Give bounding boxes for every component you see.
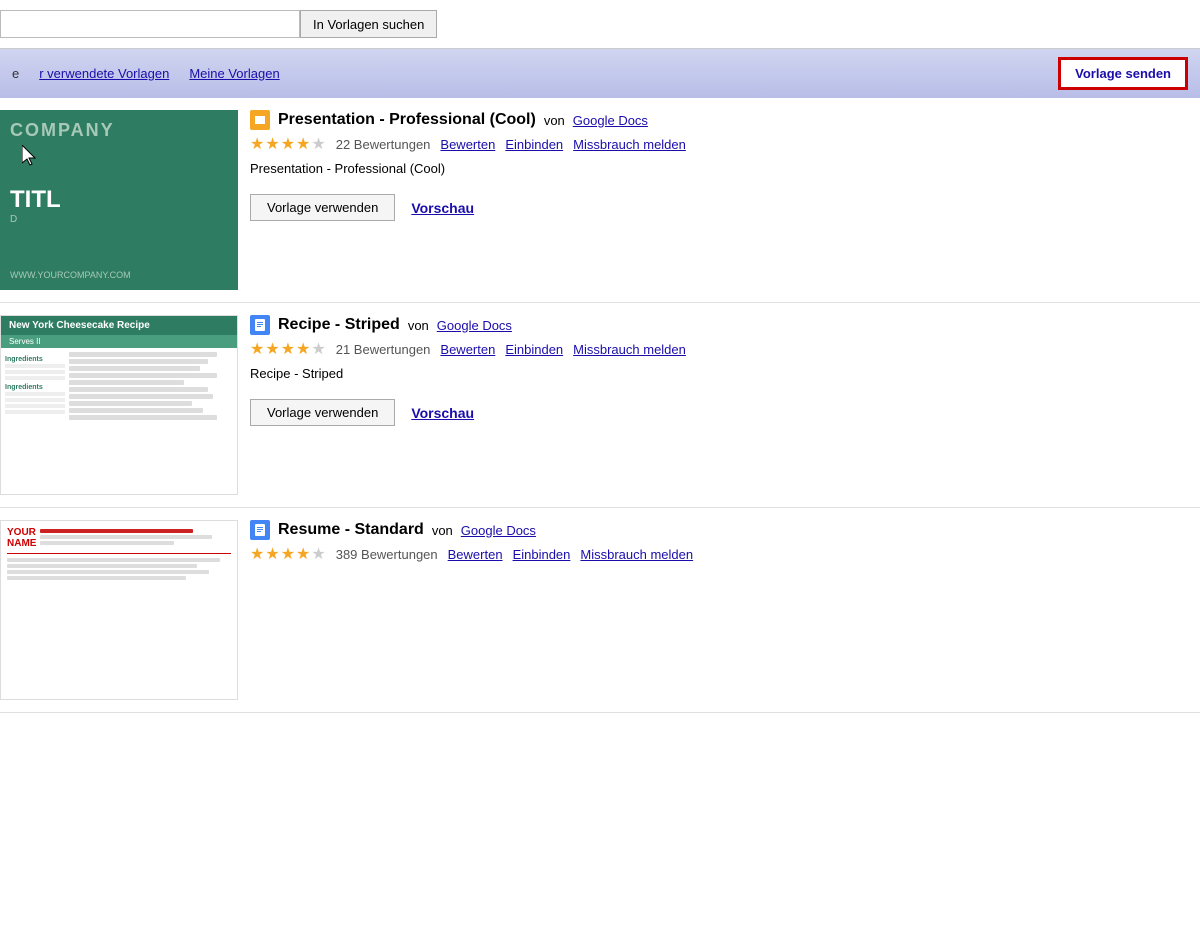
recipe-ingredients-col: Ingredients Ingredients — [5, 352, 65, 490]
search-bar-area: In Vorlagen suchen — [0, 0, 1200, 49]
action-einbinden[interactable]: Einbinden — [505, 342, 563, 357]
item-description: Presentation - Professional (Cool) — [250, 160, 1188, 178]
action-missbrauch[interactable]: Missbrauch melden — [573, 342, 686, 357]
item-title-row: Resume - Standard von Google Docs — [250, 520, 1188, 540]
header-nav-left: e r verwendete Vorlagen Meine Vorlagen — [12, 66, 280, 81]
item-ratings-row: ★ ★ ★ ★ ★ 389 Bewertungen Bewerten Einbi… — [250, 544, 1188, 564]
item-author-prefix: von — [408, 318, 429, 333]
template-item: YOURNAME — [0, 508, 1200, 713]
star-rating: ★ ★ ★ ★ ★ — [250, 544, 326, 564]
use-template-button[interactable]: Vorlage verwenden — [250, 194, 395, 221]
action-einbinden[interactable]: Einbinden — [513, 547, 571, 562]
thumb-company-text: COMPANY — [10, 120, 228, 141]
recipe-thumb-body: Ingredients Ingredients — [1, 348, 237, 494]
resume-thumb-name: YOURNAME — [7, 527, 36, 549]
header-title: e — [12, 66, 19, 81]
use-template-button[interactable]: Vorlage verwenden — [250, 399, 395, 426]
vorlage-senden-button[interactable]: Vorlage senden — [1058, 57, 1188, 90]
action-einbinden[interactable]: Einbinden — [505, 137, 563, 152]
template-thumbnail: COMPANY TITL D WWW.YOURCOMPANY.COM — [0, 110, 238, 290]
template-item: New York Cheesecake Recipe Serves II Ing… — [0, 303, 1200, 508]
item-title: Recipe - Striped — [278, 316, 400, 334]
item-title-row: Presentation - Professional (Cool) von G… — [250, 110, 1188, 130]
resume-thumbnail-visual: YOURNAME — [0, 520, 238, 700]
recipe-instructions-col — [69, 352, 233, 490]
template-thumbnail: YOURNAME — [0, 520, 238, 700]
resume-thumb-top: YOURNAME — [7, 527, 231, 549]
thumb-url-text: WWW.YOURCOMPANY.COM — [10, 270, 228, 280]
presentation-icon — [250, 110, 270, 130]
preview-button[interactable]: Vorschau — [411, 405, 474, 421]
resume-body-lines — [7, 558, 231, 582]
item-title: Presentation - Professional (Cool) — [278, 111, 536, 129]
item-buttons: Vorlage verwenden Vorschau — [250, 399, 1188, 426]
item-buttons: Vorlage verwenden Vorschau — [250, 194, 1188, 221]
rating-count: 389 Bewertungen — [336, 547, 438, 562]
item-author-prefix: von — [432, 523, 453, 538]
item-author-link[interactable]: Google Docs — [461, 523, 536, 538]
recipe-thumb-subheader: Serves II — [1, 335, 237, 348]
rating-count: 21 Bewertungen — [336, 342, 431, 357]
header-nav: e r verwendete Vorlagen Meine Vorlagen V… — [0, 49, 1200, 98]
item-title: Resume - Standard — [278, 521, 424, 539]
search-button[interactable]: In Vorlagen suchen — [300, 10, 437, 38]
template-info: Resume - Standard von Google Docs ★ ★ ★ … — [238, 520, 1200, 570]
thumb-date-text: D — [10, 214, 228, 225]
template-list: COMPANY TITL D WWW.YOURCOMPANY.COM Prese… — [0, 98, 1200, 713]
item-description: Recipe - Striped — [250, 365, 1188, 383]
presentation-thumbnail-visual: COMPANY TITL D WWW.YOURCOMPANY.COM — [0, 110, 238, 290]
star-rating: ★ ★ ★ ★ ★ — [250, 134, 326, 154]
recipe-thumb-header: New York Cheesecake Recipe — [1, 316, 237, 335]
doc-icon — [250, 520, 270, 540]
item-ratings-row: ★ ★ ★ ★ ★ 22 Bewertungen Bewerten Einbin… — [250, 134, 1188, 154]
action-missbrauch[interactable]: Missbrauch melden — [573, 137, 686, 152]
action-bewerten[interactable]: Bewerten — [440, 137, 495, 152]
recipe-thumbnail-visual: New York Cheesecake Recipe Serves II Ing… — [0, 315, 238, 495]
item-title-row: Recipe - Striped von Google Docs — [250, 315, 1188, 335]
thumb-title-text: TITL — [10, 186, 228, 214]
rating-count: 22 Bewertungen — [336, 137, 431, 152]
template-thumbnail: New York Cheesecake Recipe Serves II Ing… — [0, 315, 238, 495]
star-rating: ★ ★ ★ ★ ★ — [250, 339, 326, 359]
template-item: COMPANY TITL D WWW.YOURCOMPANY.COM Prese… — [0, 98, 1200, 303]
action-bewerten[interactable]: Bewerten — [448, 547, 503, 562]
template-info: Presentation - Professional (Cool) von G… — [238, 110, 1200, 221]
item-author-link[interactable]: Google Docs — [437, 318, 512, 333]
item-author-link[interactable]: Google Docs — [573, 113, 648, 128]
template-info: Recipe - Striped von Google Docs ★ ★ ★ ★… — [238, 315, 1200, 426]
item-ratings-row: ★ ★ ★ ★ ★ 21 Bewertungen Bewerten Einbin… — [250, 339, 1188, 359]
item-author-prefix: von — [544, 113, 565, 128]
action-bewerten[interactable]: Bewerten — [440, 342, 495, 357]
resume-thumb-details — [40, 527, 231, 549]
nav-link-used-templates[interactable]: r verwendete Vorlagen — [39, 66, 169, 81]
doc-icon — [250, 315, 270, 335]
action-missbrauch[interactable]: Missbrauch melden — [580, 547, 693, 562]
preview-button[interactable]: Vorschau — [411, 200, 474, 216]
search-input[interactable] — [0, 10, 300, 38]
nav-link-my-templates[interactable]: Meine Vorlagen — [189, 66, 279, 81]
